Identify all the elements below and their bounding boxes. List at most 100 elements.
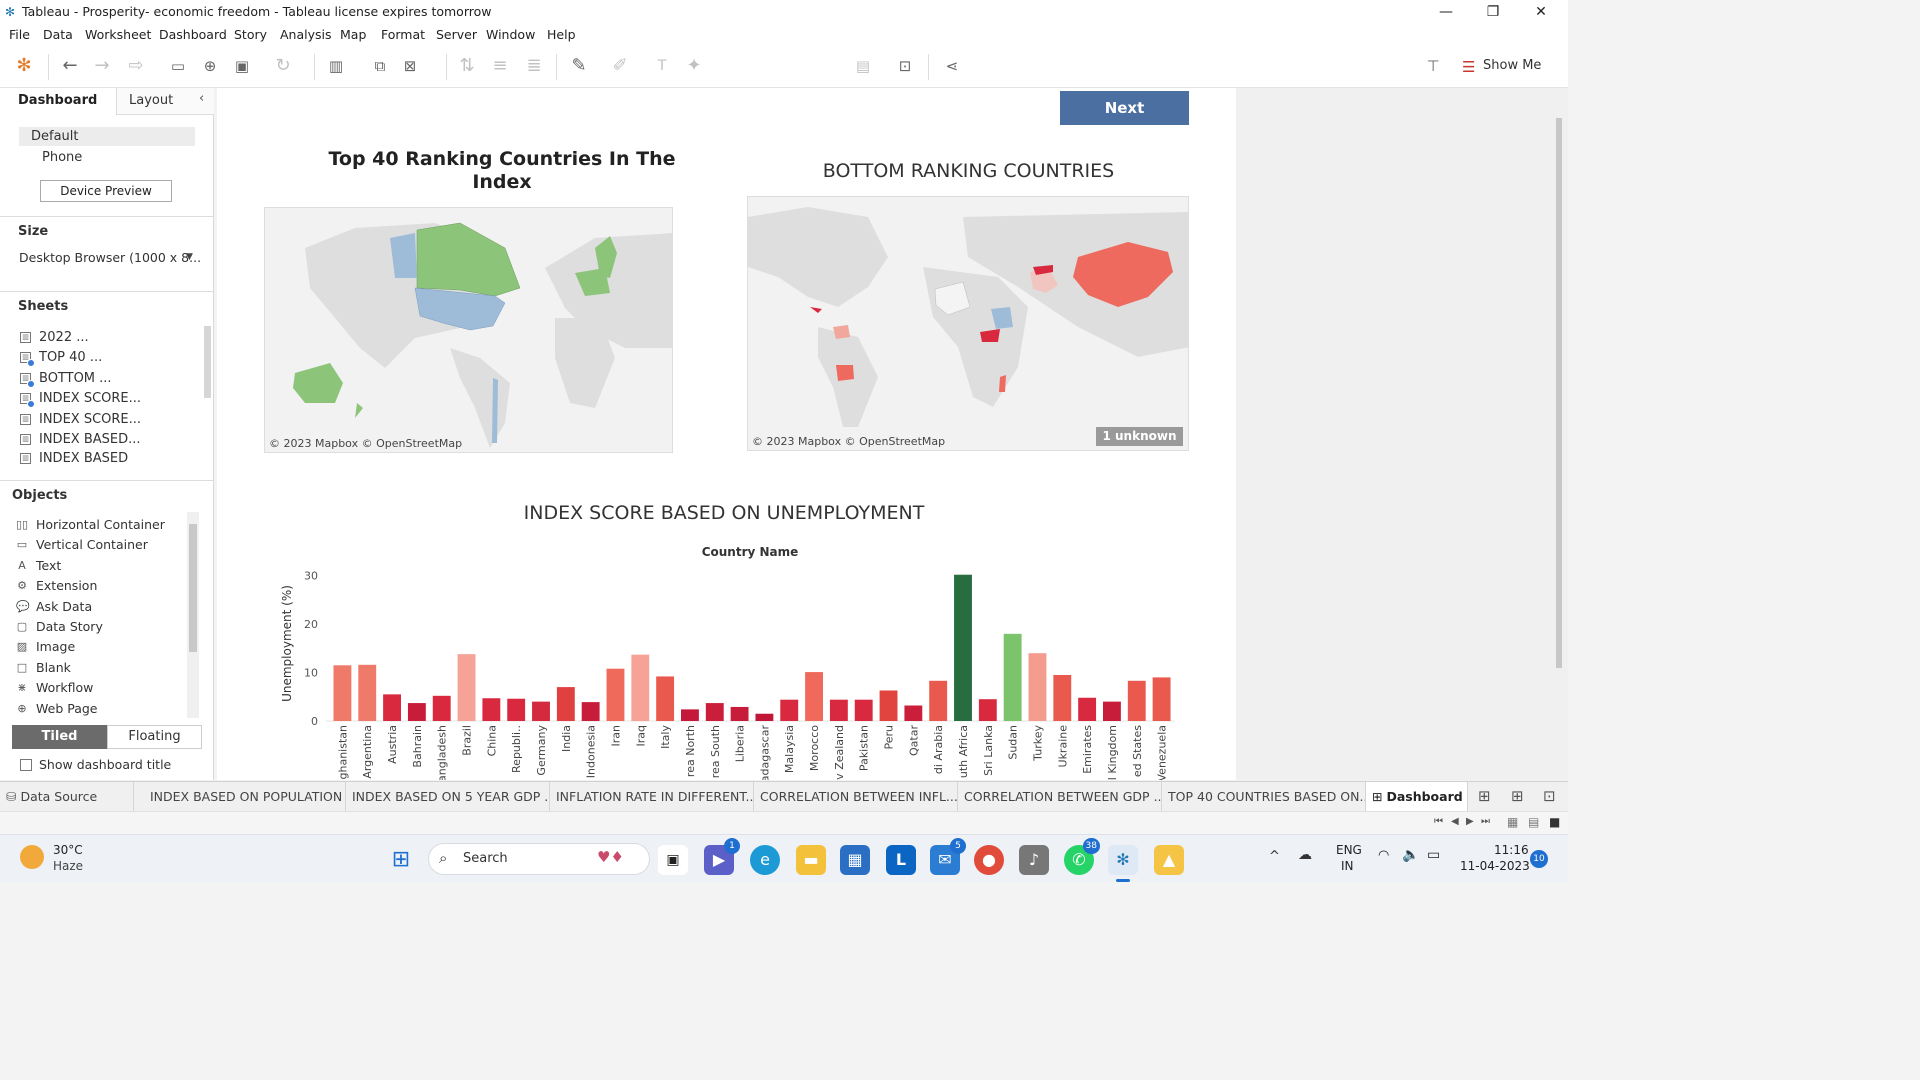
bar[interactable] xyxy=(879,690,898,721)
task-view-icon[interactable]: ▣ xyxy=(658,845,688,875)
first-sheet-icon[interactable]: ⏮ xyxy=(1434,816,1443,827)
tab-layout[interactable]: Layout xyxy=(129,93,173,108)
menu-analysis[interactable]: Analysis xyxy=(280,27,332,42)
battery-icon[interactable]: ▭ xyxy=(1427,847,1440,863)
share-icon[interactable]: ⋖ xyxy=(940,54,964,78)
next-sheet-icon[interactable]: ▶ xyxy=(1466,816,1474,827)
filmstrip-view-icon[interactable]: ▤ xyxy=(1528,815,1539,829)
tiled-button[interactable]: Tiled xyxy=(12,725,107,749)
bar[interactable] xyxy=(730,706,749,721)
bar[interactable] xyxy=(358,664,377,721)
start-icon[interactable]: ⊞ xyxy=(386,845,416,875)
bar[interactable] xyxy=(755,713,774,721)
bar[interactable] xyxy=(507,698,526,721)
menu-server[interactable]: Server xyxy=(436,27,477,42)
save-icon[interactable]: ▭ xyxy=(166,54,190,78)
top-40-map[interactable]: © 2023 Mapbox © OpenStreetMap xyxy=(264,207,673,453)
language-top[interactable]: ENG xyxy=(1336,843,1362,857)
undo-icon[interactable]: ← xyxy=(58,54,82,78)
unemployment-chart[interactable]: Country Name Unemployment (%) 0 10 20 30 gh… xyxy=(277,538,1177,780)
menu-map[interactable]: Map xyxy=(340,27,366,42)
canvas-scrollbar[interactable] xyxy=(1556,118,1562,668)
language-bottom[interactable]: IN xyxy=(1341,859,1354,873)
show-me-icon[interactable]: ☰ xyxy=(1462,58,1475,76)
object-blank[interactable]: □ Blank xyxy=(16,660,71,675)
bar[interactable] xyxy=(978,699,997,721)
pause-updates-icon[interactable]: ▣ xyxy=(230,54,254,78)
show-me-button[interactable]: Show Me xyxy=(1483,58,1541,73)
file-explorer-icon[interactable]: ▬ xyxy=(796,845,826,875)
object-vertical-container[interactable]: ▭ Vertical Container xyxy=(16,537,148,552)
bar[interactable] xyxy=(581,702,600,721)
clear-sheet-icon[interactable]: ⊠ xyxy=(398,54,422,78)
objects-scrollbar[interactable] xyxy=(187,512,199,718)
bar[interactable] xyxy=(383,694,401,721)
replay-icon[interactable]: ⇨ xyxy=(124,54,148,78)
new-datasource-icon[interactable]: ⊕ xyxy=(198,54,222,78)
bar[interactable] xyxy=(904,705,923,722)
object-data-story[interactable]: ▢ Data Story xyxy=(16,619,103,634)
bar[interactable] xyxy=(854,699,873,721)
bar[interactable] xyxy=(482,698,501,721)
duplicate-sheet-icon[interactable]: ⧉ xyxy=(368,54,392,78)
show-title-checkbox[interactable] xyxy=(20,759,32,771)
notification-badge[interactable]: 10 xyxy=(1530,850,1548,868)
next-button[interactable]: Next xyxy=(1060,91,1189,125)
object-text[interactable]: A Text xyxy=(16,558,61,573)
menu-dashboard[interactable]: Dashboard xyxy=(159,27,227,42)
sheet-item[interactable]: ▥ INDEX SCORE... xyxy=(20,391,141,408)
menu-format[interactable]: Format xyxy=(381,27,425,42)
tab-sheet[interactable]: INDEX BASED ON 5 YEAR GDP ... xyxy=(346,782,550,812)
sheet-item[interactable]: ▥ INDEX SCORE... xyxy=(20,412,141,427)
bar[interactable] xyxy=(457,654,476,721)
bar[interactable] xyxy=(1078,697,1097,721)
menu-help[interactable]: Help xyxy=(547,27,576,42)
weather-icon[interactable] xyxy=(20,845,44,869)
bar[interactable] xyxy=(954,574,972,721)
collapse-icon[interactable]: ‹ xyxy=(199,91,204,106)
bar[interactable] xyxy=(606,668,625,721)
bottom-ranking-map[interactable]: © 2023 Mapbox © OpenStreetMap 1 unknown xyxy=(747,196,1189,451)
wifi-icon[interactable]: ◠ xyxy=(1378,848,1389,863)
tab-dashboard-1[interactable]: ⊞ Dashboard 1 xyxy=(1366,782,1468,812)
highlight-icon[interactable]: ✎ xyxy=(567,54,591,78)
refresh-icon[interactable]: ↻ xyxy=(271,54,295,78)
new-worksheet-icon[interactable]: ▥ xyxy=(324,54,348,78)
tabs-view-icon[interactable]: ■ xyxy=(1549,815,1560,829)
presentation-icon[interactable]: ⊡ xyxy=(893,54,917,78)
tab-sheet[interactable]: CORRELATION BETWEEN INFL... xyxy=(754,782,958,812)
tab-sheet[interactable]: INDEX BASED ON POPULATION xyxy=(144,782,346,812)
linkedin-icon[interactable]: L xyxy=(886,845,916,875)
sort-desc-icon[interactable]: ≣ xyxy=(522,54,546,78)
cards-icon[interactable]: ▤ xyxy=(851,54,875,78)
bar[interactable] xyxy=(631,654,650,721)
tray-chevron-icon[interactable]: ^ xyxy=(1269,849,1280,864)
volume-icon[interactable]: 🔈 xyxy=(1402,847,1419,863)
tab-sheet[interactable]: INFLATION RATE IN DIFFERENT... xyxy=(550,782,754,812)
prev-sheet-icon[interactable]: ◀ xyxy=(1451,816,1459,827)
menu-window[interactable]: Window xyxy=(486,27,535,42)
tab-sheet[interactable]: CORRELATION BETWEEN GDP ... xyxy=(958,782,1162,812)
object-web-page[interactable]: ⊕ Web Page xyxy=(16,701,97,716)
bar[interactable] xyxy=(556,687,575,721)
store-icon[interactable]: ▦ xyxy=(840,845,870,875)
bar[interactable] xyxy=(656,676,675,721)
swap-icon[interactable]: ⇅ xyxy=(455,54,479,78)
floating-button[interactable]: Floating xyxy=(107,725,202,749)
sheet-item[interactable]: ▥ BOTTOM ... xyxy=(20,371,112,388)
bar[interactable] xyxy=(1152,677,1171,721)
sheet-item[interactable]: ▥ 2022 ... xyxy=(20,330,89,345)
size-dropdown[interactable]: Desktop Browser (1000 x 8... xyxy=(19,250,201,265)
sheets-scrollbar[interactable] xyxy=(204,326,211,398)
tableau-taskbar-icon[interactable]: ✻ xyxy=(1108,845,1138,875)
bar[interactable] xyxy=(1103,701,1121,721)
sheet-item[interactable]: ▥ INDEX BASED xyxy=(20,452,128,464)
bar[interactable] xyxy=(1028,653,1047,721)
device-preview-button[interactable]: Device Preview xyxy=(40,180,172,202)
bar[interactable] xyxy=(1127,680,1146,721)
chrome-icon[interactable]: ● xyxy=(974,845,1004,875)
object-horizontal-container[interactable]: ▯▯ Horizontal Container xyxy=(16,517,165,532)
annotate-icon[interactable]: ✐ xyxy=(608,54,632,78)
tableau-home-icon[interactable]: ✻ xyxy=(12,54,36,78)
object-workflow[interactable]: ⋇ Workflow xyxy=(16,680,93,695)
